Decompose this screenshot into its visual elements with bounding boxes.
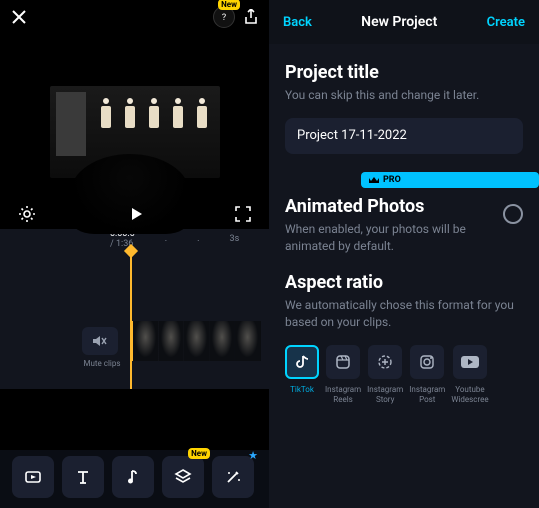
story-icon: [377, 354, 393, 370]
canvas-icon: [24, 468, 42, 486]
text-icon: [74, 468, 92, 486]
back-button[interactable]: Back: [283, 15, 312, 30]
header: Back New Project Create: [269, 0, 539, 44]
project-title-sub: You can skip this and change it later.: [285, 87, 523, 104]
playhead[interactable]: [130, 249, 132, 389]
reels-icon: [335, 354, 351, 370]
format-instagram-post[interactable]: Instagram Post: [409, 345, 445, 404]
tiktok-icon: [294, 354, 310, 370]
tool-effects[interactable]: ★: [212, 456, 254, 498]
project-title-input[interactable]: Project 17-11-2022: [285, 118, 523, 154]
animated-sub: When enabled, your photos will be animat…: [285, 221, 491, 255]
new-project-panel: Back New Project Create Project title Yo…: [269, 0, 539, 508]
toolbar: New ★: [0, 450, 269, 508]
format-instagram-reels[interactable]: Instagram Reels: [325, 345, 361, 404]
format-youtube-widescreen[interactable]: Youtube Widescree: [451, 345, 488, 404]
pro-badge: PRO: [361, 172, 539, 188]
music-icon: [124, 468, 142, 486]
page-title: New Project: [361, 14, 437, 30]
animated-toggle[interactable]: [503, 204, 523, 224]
close-button[interactable]: [12, 10, 26, 24]
settings-button[interactable]: [18, 205, 36, 223]
mute-clips-label: Mute clips: [82, 359, 122, 368]
project-title-heading: Project title: [285, 62, 523, 83]
star-badge: ★: [248, 449, 258, 462]
youtube-icon: [460, 355, 480, 369]
instagram-icon: [419, 354, 435, 370]
aspect-sub: We automatically chose this format for y…: [285, 297, 523, 331]
speaker-muted-icon: [92, 334, 108, 348]
video-preview[interactable]: [0, 34, 269, 229]
gear-icon: [18, 205, 36, 223]
format-tiktok[interactable]: TikTok: [285, 345, 319, 404]
editor-panel: ? New: [0, 0, 269, 508]
layers-icon: [174, 468, 192, 486]
mute-clips-button[interactable]: [82, 327, 118, 355]
create-button[interactable]: Create: [487, 15, 525, 30]
play-button[interactable]: [128, 206, 144, 222]
new-badge: New: [188, 448, 210, 459]
tool-layers[interactable]: New: [162, 456, 204, 498]
crown-icon: [369, 176, 379, 184]
tool-music[interactable]: [112, 456, 154, 498]
tool-text[interactable]: [62, 456, 104, 498]
export-button[interactable]: [243, 9, 259, 25]
tips-button[interactable]: ? New: [213, 6, 235, 28]
animated-heading: Animated Photos: [285, 196, 491, 217]
clip-strip[interactable]: [131, 321, 261, 361]
project-title-section: Project title You can skip this and chan…: [269, 44, 539, 154]
aspect-ratio-section: Aspect ratio We automatically chose this…: [269, 254, 539, 414]
fullscreen-button[interactable]: [235, 206, 251, 222]
question-icon: ?: [219, 12, 229, 22]
aspect-heading: Aspect ratio: [285, 272, 523, 293]
tool-canvas[interactable]: [12, 456, 54, 498]
new-badge: New: [218, 0, 240, 10]
editor-topbar: ? New: [0, 0, 269, 34]
play-icon: [128, 206, 144, 222]
close-icon: [12, 10, 26, 24]
timeline[interactable]: Mute clips: [0, 249, 269, 389]
format-instagram-story[interactable]: Instagram Story: [367, 345, 403, 404]
svg-text:?: ?: [222, 13, 226, 22]
fullscreen-icon: [235, 206, 251, 222]
animated-photos-section: Animated Photos When enabled, your photo…: [269, 188, 539, 255]
wand-icon: [224, 468, 242, 486]
share-icon: [243, 9, 259, 25]
